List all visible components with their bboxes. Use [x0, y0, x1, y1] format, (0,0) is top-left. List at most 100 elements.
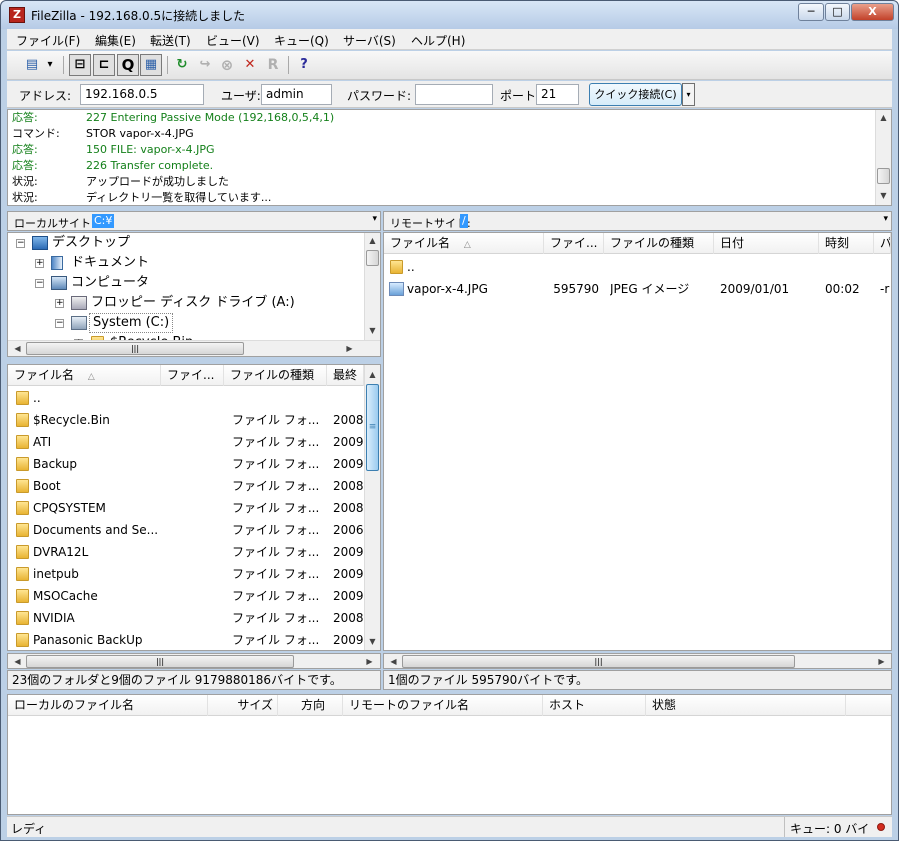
scroll-up-icon[interactable]: ▲ — [876, 110, 891, 126]
search-icon[interactable]: ? — [293, 54, 315, 76]
local-file-list[interactable]: ファイル名 △ ファイ... ファイルの種類 最終 .. $Recycle.Bi… — [7, 364, 381, 651]
host-input[interactable]: 192.168.0.5 — [80, 84, 204, 105]
scroll-up-icon[interactable]: ▲ — [365, 367, 380, 383]
cancel-icon[interactable]: ⊗ — [216, 54, 238, 76]
col-filesize[interactable]: ファイ... — [544, 233, 604, 254]
disconnect-icon[interactable]: ✕ — [239, 54, 261, 76]
file-row[interactable]: .. — [384, 256, 891, 278]
expand-icon[interactable]: + — [35, 259, 44, 268]
col-status[interactable]: 状態 — [646, 695, 846, 716]
title-bar[interactable]: Z FileZilla - 192.168.0.5に接続しました ─ □ X — [1, 1, 898, 29]
col-filename[interactable]: ファイル名 △ — [8, 365, 161, 386]
list-hscroll-thumb[interactable]: ||| — [26, 655, 294, 668]
remote-file-list[interactable]: ファイル名 △ ファイ... ファイルの種類 日付 時刻 パ .. vapor-… — [383, 232, 892, 651]
file-row[interactable]: MSOCache ファイル フォ... 2009 — [8, 585, 364, 607]
menu-transfer[interactable]: 転送(T) — [150, 32, 191, 49]
file-row[interactable]: vapor-x-4.JPG 595790 JPEG イメージ 2009/01/0… — [384, 278, 891, 300]
maximize-button[interactable]: □ — [825, 3, 850, 21]
collapse-icon[interactable]: − — [35, 279, 44, 288]
message-log[interactable]: 応答: 227 Entering Passive Mode (192,168,0… — [7, 109, 892, 206]
file-row[interactable]: Boot ファイル フォ... 2008 — [8, 475, 364, 497]
menu-help[interactable]: ヘルプ(H) — [411, 32, 465, 49]
toggle-local-tree-icon[interactable]: ⊏ — [93, 54, 115, 76]
refresh-icon[interactable]: ↻ — [171, 54, 193, 76]
menu-edit[interactable]: 編集(E) — [95, 32, 136, 49]
toggle-remote-tree-icon[interactable]: ▦ — [140, 54, 162, 76]
sort-ascending-icon: △ — [87, 372, 95, 382]
col-permissions[interactable]: パ — [874, 233, 891, 254]
file-row[interactable]: NVIDIA ファイル フォ... 2008 — [8, 607, 364, 629]
remote-list-header: ファイル名 △ ファイ... ファイルの種類 日付 時刻 パ — [384, 233, 891, 254]
transfer-queue[interactable]: ローカルのファイル名 サイズ 方向 リモートのファイル名 ホスト 状態 — [7, 694, 892, 815]
remote-hscroll-thumb[interactable]: ||| — [402, 655, 795, 668]
col-filetype[interactable]: ファイルの種類 — [224, 365, 327, 386]
site-manager-dropdown-icon[interactable]: ▾ — [43, 54, 57, 76]
local-site-dropdown-icon[interactable]: ▾ — [372, 214, 377, 224]
col-date[interactable]: 日付 — [714, 233, 819, 254]
scroll-up-icon[interactable]: ▲ — [365, 233, 380, 249]
quickconnect-button[interactable]: クイック接続(C) — [589, 83, 682, 106]
file-row[interactable]: $Recycle.Bin ファイル フォ... 2008 — [8, 409, 364, 431]
list-scroll-thumb[interactable]: ≡ — [366, 384, 379, 471]
col-filename[interactable]: ファイル名 △ — [384, 233, 544, 254]
file-row[interactable]: Documents and Se... ファイル フォ... 2006 — [8, 519, 364, 541]
collapse-icon[interactable]: − — [16, 239, 25, 248]
file-row[interactable]: CPQSYSTEM ファイル フォ... 2008 — [8, 497, 364, 519]
log-scrollbar[interactable]: ▲ ▼ — [875, 110, 891, 205]
scroll-right-icon[interactable]: ▶ — [342, 341, 357, 356]
tree-scroll-thumb[interactable] — [366, 250, 379, 266]
local-site-path[interactable]: C:¥ — [92, 214, 115, 228]
remote-list-hscrollbar[interactable]: ◀ ||| ▶ — [383, 653, 892, 669]
local-tree-vscrollbar[interactable]: ▲ ▼ — [364, 233, 380, 340]
scroll-left-icon[interactable]: ◀ — [10, 341, 25, 356]
scroll-right-icon[interactable]: ▶ — [874, 654, 889, 670]
site-manager-icon[interactable]: ▤ — [21, 54, 43, 76]
quickconnect-dropdown-icon[interactable]: ▾ — [682, 83, 695, 106]
menu-view[interactable]: ビュー(V) — [206, 32, 260, 49]
process-queue-icon[interactable]: ↪ — [194, 54, 216, 76]
reconnect-icon[interactable]: R — [262, 54, 284, 76]
file-row[interactable]: .. — [8, 387, 364, 409]
minimize-button[interactable]: ─ — [798, 3, 824, 21]
col-direction[interactable]: 方向 — [278, 695, 343, 716]
port-input[interactable]: 21 — [536, 84, 579, 105]
password-input[interactable] — [415, 84, 493, 105]
window-title: FileZilla - 192.168.0.5に接続しました — [31, 9, 246, 23]
remote-site-path[interactable]: / — [460, 214, 468, 228]
col-host[interactable]: ホスト — [543, 695, 646, 716]
scroll-right-icon[interactable]: ▶ — [362, 654, 377, 670]
col-local-filename[interactable]: ローカルのファイル名 — [8, 695, 208, 716]
col-filesize[interactable]: ファイ... — [161, 365, 224, 386]
scroll-left-icon[interactable]: ◀ — [10, 654, 25, 670]
menu-queue[interactable]: キュー(Q) — [274, 32, 329, 49]
local-list-vscrollbar[interactable]: ▲ ≡ ▼ — [364, 365, 380, 650]
toggle-queue-icon[interactable]: Q — [117, 54, 139, 76]
col-modified[interactable]: 最終 — [327, 365, 364, 386]
expand-icon[interactable]: + — [55, 299, 64, 308]
scroll-down-icon[interactable]: ▼ — [365, 323, 380, 339]
file-row[interactable]: DVRA12L ファイル フォ... 2009 — [8, 541, 364, 563]
menu-file[interactable]: ファイル(F) — [16, 32, 80, 49]
close-button[interactable]: X — [851, 3, 894, 21]
log-scroll-thumb[interactable] — [877, 168, 890, 184]
tree-hscroll-thumb[interactable]: ||| — [26, 342, 244, 355]
col-time[interactable]: 時刻 — [819, 233, 874, 254]
collapse-icon[interactable]: − — [55, 319, 64, 328]
scroll-left-icon[interactable]: ◀ — [386, 654, 401, 670]
local-list-hscrollbar[interactable]: ◀ ||| ▶ — [7, 653, 381, 669]
col-filetype[interactable]: ファイルの種類 — [604, 233, 714, 254]
local-tree-hscrollbar[interactable]: ◀ ||| ▶ — [8, 340, 380, 356]
scroll-down-icon[interactable]: ▼ — [876, 188, 891, 204]
toggle-log-icon[interactable]: ⊟ — [69, 54, 91, 76]
file-row[interactable]: Panasonic BackUp ファイル フォ... 2009 — [8, 629, 364, 650]
scroll-down-icon[interactable]: ▼ — [365, 634, 380, 650]
file-row[interactable]: ATI ファイル フォ... 2009 — [8, 431, 364, 453]
file-row[interactable]: inetpub ファイル フォ... 2009 — [8, 563, 364, 585]
remote-site-dropdown-icon[interactable]: ▾ — [883, 214, 888, 224]
file-row[interactable]: Backup ファイル フォ... 2009 — [8, 453, 364, 475]
user-input[interactable]: admin — [261, 84, 332, 105]
local-directory-tree[interactable]: − デスクトップ + ドキュメント − コンピュータ + フロッピー ディスク … — [7, 232, 381, 357]
col-remote-filename[interactable]: リモートのファイル名 — [343, 695, 543, 716]
col-size[interactable]: サイズ — [208, 695, 278, 716]
menu-server[interactable]: サーバ(S) — [343, 32, 396, 49]
